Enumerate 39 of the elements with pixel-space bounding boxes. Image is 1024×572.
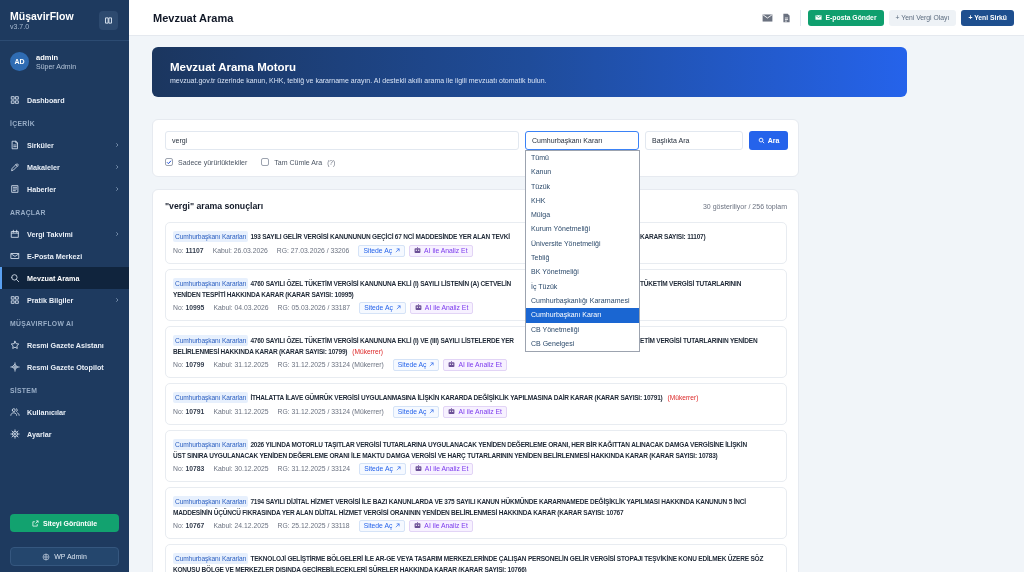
robot-icon <box>414 522 422 529</box>
star-icon <box>10 340 20 350</box>
arrow-up-right-icon <box>429 409 435 414</box>
users-icon <box>10 407 20 417</box>
arrow-up-right-icon <box>395 248 401 253</box>
results-heading: "vergi" arama sonuçları <box>165 201 264 211</box>
search-icon <box>757 137 765 144</box>
document-icon <box>10 140 20 150</box>
arrow-up-right-icon <box>395 523 401 528</box>
checkbox[interactable] <box>261 158 270 166</box>
globe-icon <box>42 552 51 561</box>
external-link-icon <box>31 519 39 527</box>
grid-icon <box>10 95 20 105</box>
arrow-up-right-icon <box>395 466 401 471</box>
brand-name: MüşavirFlow <box>10 10 74 22</box>
newspaper-icon <box>10 184 20 194</box>
sidebar-toggle-button[interactable] <box>99 10 118 30</box>
robot-icon <box>448 361 456 368</box>
arrow-up-right-icon <box>395 305 401 310</box>
mail-icon <box>10 251 20 261</box>
check-icon <box>166 159 172 165</box>
mail-icon[interactable] <box>761 13 773 22</box>
banner-title: Mevzuat Arama Motoru <box>170 60 298 73</box>
mail-icon <box>814 15 822 20</box>
robot-icon <box>414 247 422 254</box>
crosshair-icon <box>10 362 20 372</box>
page-title: Mevzuat Arama <box>153 11 235 24</box>
grid-icon <box>10 295 20 305</box>
arrow-up-right-icon <box>429 362 435 367</box>
robot-icon <box>414 465 422 472</box>
checkbox[interactable] <box>165 158 173 166</box>
calendar-icon <box>10 229 20 239</box>
robot-icon <box>414 304 422 311</box>
settings-icon <box>10 429 20 439</box>
search-icon <box>10 273 20 283</box>
robot-icon <box>448 408 456 415</box>
pencil-icon <box>10 162 20 172</box>
columns-icon <box>104 15 113 25</box>
document-icon[interactable] <box>782 12 790 23</box>
